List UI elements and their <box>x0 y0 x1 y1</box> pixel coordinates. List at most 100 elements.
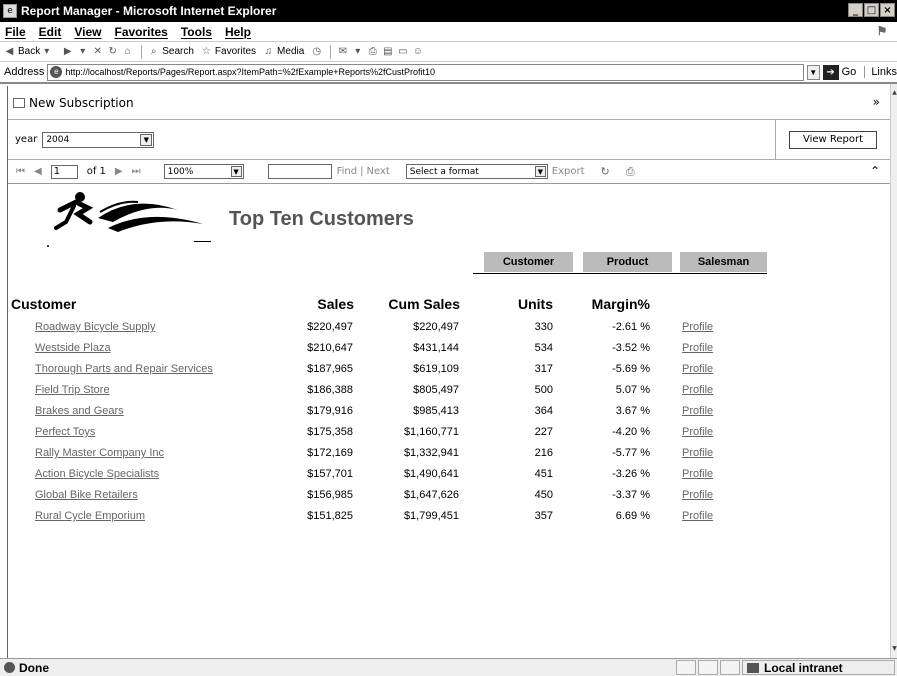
margin-cell: -2.61 % <box>612 321 650 333</box>
print-report-icon[interactable]: ⎙ <box>626 165 635 179</box>
page-icon: e <box>50 66 63 78</box>
forward-button-icon[interactable]: ▶ <box>61 45 74 58</box>
go-button[interactable]: ➔ Go <box>822 64 857 80</box>
maximize-button[interactable]: □ <box>864 3 879 17</box>
media-button[interactable]: ♫ Media <box>262 45 305 58</box>
scroll-down-icon[interactable]: ▼ <box>891 644 897 654</box>
collapse-icon[interactable]: » <box>873 95 880 109</box>
home-icon[interactable]: ⌂ <box>121 45 134 58</box>
table-row: Perfect Toys $175,358 $1,160,771 227 -4.… <box>8 423 868 444</box>
customer-link[interactable]: Field Trip Store <box>35 384 110 396</box>
customer-link[interactable]: Rural Cycle Emporium <box>35 510 145 522</box>
sales-cell: $186,388 <box>307 384 353 396</box>
view-report-button[interactable]: View Report <box>789 130 877 149</box>
sort-tab-salesman[interactable]: Salesman <box>680 252 767 272</box>
menu-view[interactable]: View <box>74 25 101 39</box>
media-icon: ♫ <box>264 46 273 57</box>
menu-edit[interactable]: Edit <box>39 25 62 39</box>
profile-link[interactable]: Profile <box>682 342 713 354</box>
customer-link[interactable]: Action Bicycle Specialists <box>35 468 159 480</box>
customer-link[interactable]: Brakes and Gears <box>35 405 124 417</box>
toolbar-separator <box>141 44 143 59</box>
find-separator: | <box>360 166 364 177</box>
profile-link[interactable]: Profile <box>682 321 713 333</box>
search-button[interactable]: ⌕ Search <box>147 45 194 58</box>
profile-link[interactable]: Profile <box>682 510 713 522</box>
profile-link[interactable]: Profile <box>682 426 713 438</box>
profile-link[interactable]: Profile <box>682 405 713 417</box>
table-row: Brakes and Gears $179,916 $985,413 364 3… <box>8 402 868 423</box>
discuss-icon[interactable]: ▭ <box>396 45 409 58</box>
page-status-icon <box>4 662 15 673</box>
forward-dropdown-icon[interactable]: ▾ <box>76 45 89 58</box>
ie-app-icon: e <box>3 4 17 18</box>
address-dropdown-icon[interactable]: ▼ <box>806 64 820 80</box>
back-button[interactable]: ◀ Back ▾ <box>3 45 55 58</box>
customer-link[interactable]: Global Bike Retailers <box>35 489 138 501</box>
profile-link[interactable]: Profile <box>682 363 713 375</box>
close-button[interactable]: × <box>880 3 895 17</box>
year-select[interactable]: 2004 ▼ <box>42 131 155 148</box>
scroll-up-icon[interactable]: ▲ <box>891 88 897 98</box>
menu-favorites[interactable]: Favorites <box>114 25 167 39</box>
margin-cell: -5.77 % <box>612 447 650 459</box>
links-button[interactable]: Links <box>864 66 897 78</box>
customer-link[interactable]: Westside Plaza <box>35 342 111 354</box>
cyclist-logo-icon <box>47 192 203 247</box>
page-number-input[interactable]: 1 <box>50 164 78 179</box>
zoom-select[interactable]: 100% ▼ <box>163 164 244 179</box>
menu-help[interactable]: Help <box>225 25 251 39</box>
edit-icon[interactable]: ▤ <box>381 45 394 58</box>
window-titlebar: e Report Manager - Microsoft Internet Ex… <box>0 0 897 22</box>
find-input[interactable] <box>267 164 332 179</box>
cum-sales-cell: $1,490,641 <box>403 468 459 480</box>
customer-link[interactable]: Perfect Toys <box>35 426 95 438</box>
sales-cell: $151,825 <box>307 510 353 522</box>
previous-page-icon[interactable]: ◀ <box>34 166 42 177</box>
profile-link[interactable]: Profile <box>682 489 713 501</box>
next-page-icon[interactable]: ▶ <box>115 166 123 177</box>
units-cell: 330 <box>534 321 553 333</box>
customer-link[interactable]: Roadway Bicycle Supply <box>35 321 155 333</box>
table-row: Thorough Parts and Repair Services $187,… <box>8 360 868 381</box>
units-cell: 534 <box>534 342 553 354</box>
mail-dropdown-icon[interactable]: ▾ <box>351 45 364 58</box>
collapse-toolbar-icon[interactable]: ⌃ <box>870 164 880 178</box>
stop-icon[interactable]: ✕ <box>91 45 104 58</box>
find-link[interactable]: Find <box>337 166 358 177</box>
parameters-bar: year 2004 ▼ View Report <box>8 120 890 160</box>
margin-cell: -3.26 % <box>612 468 650 480</box>
history-icon[interactable]: ◷ <box>310 45 323 58</box>
messenger-icon[interactable]: ☺ <box>411 45 424 58</box>
sales-cell: $172,169 <box>307 447 353 459</box>
vertical-scrollbar[interactable]: ▲ ▼ <box>890 84 897 658</box>
menu-tools[interactable]: Tools <box>181 25 212 39</box>
profile-link[interactable]: Profile <box>682 468 713 480</box>
next-link[interactable]: Next <box>366 166 389 177</box>
sort-tab-product[interactable]: Product <box>583 252 672 272</box>
profile-link[interactable]: Profile <box>682 384 713 396</box>
first-page-icon[interactable]: ⏮ <box>16 166 25 177</box>
customer-link[interactable]: Thorough Parts and Repair Services <box>35 363 213 375</box>
favorites-button[interactable]: ☆ Favorites <box>200 45 256 58</box>
print-icon[interactable]: ⎙ <box>366 45 379 58</box>
export-link[interactable]: Export <box>552 166 585 177</box>
address-input[interactable]: e http://localhost/Reports/Pages/Report.… <box>47 63 804 81</box>
export-format-select[interactable]: Select a format ▼ <box>405 164 548 179</box>
new-subscription-link[interactable]: New Subscription <box>29 96 134 110</box>
profile-link[interactable]: Profile <box>682 447 713 459</box>
sort-tab-customer[interactable]: Customer <box>484 252 573 272</box>
last-page-icon[interactable]: ⏭ <box>132 166 141 177</box>
refresh-icon[interactable]: ↻ <box>106 45 119 58</box>
logo-underline <box>194 241 211 242</box>
view-report-area: View Report <box>775 120 890 159</box>
go-label: Go <box>841 66 857 78</box>
units-cell: 364 <box>534 405 553 417</box>
refresh-report-icon[interactable]: ↻ <box>601 165 610 178</box>
minimize-button[interactable]: _ <box>848 3 863 17</box>
units-cell: 227 <box>534 426 553 438</box>
star-icon: ☆ <box>201 46 211 57</box>
customer-link[interactable]: Rally Master Company Inc <box>35 447 164 459</box>
mail-icon[interactable]: ✉ <box>336 45 349 58</box>
menu-file[interactable]: File <box>5 25 26 39</box>
